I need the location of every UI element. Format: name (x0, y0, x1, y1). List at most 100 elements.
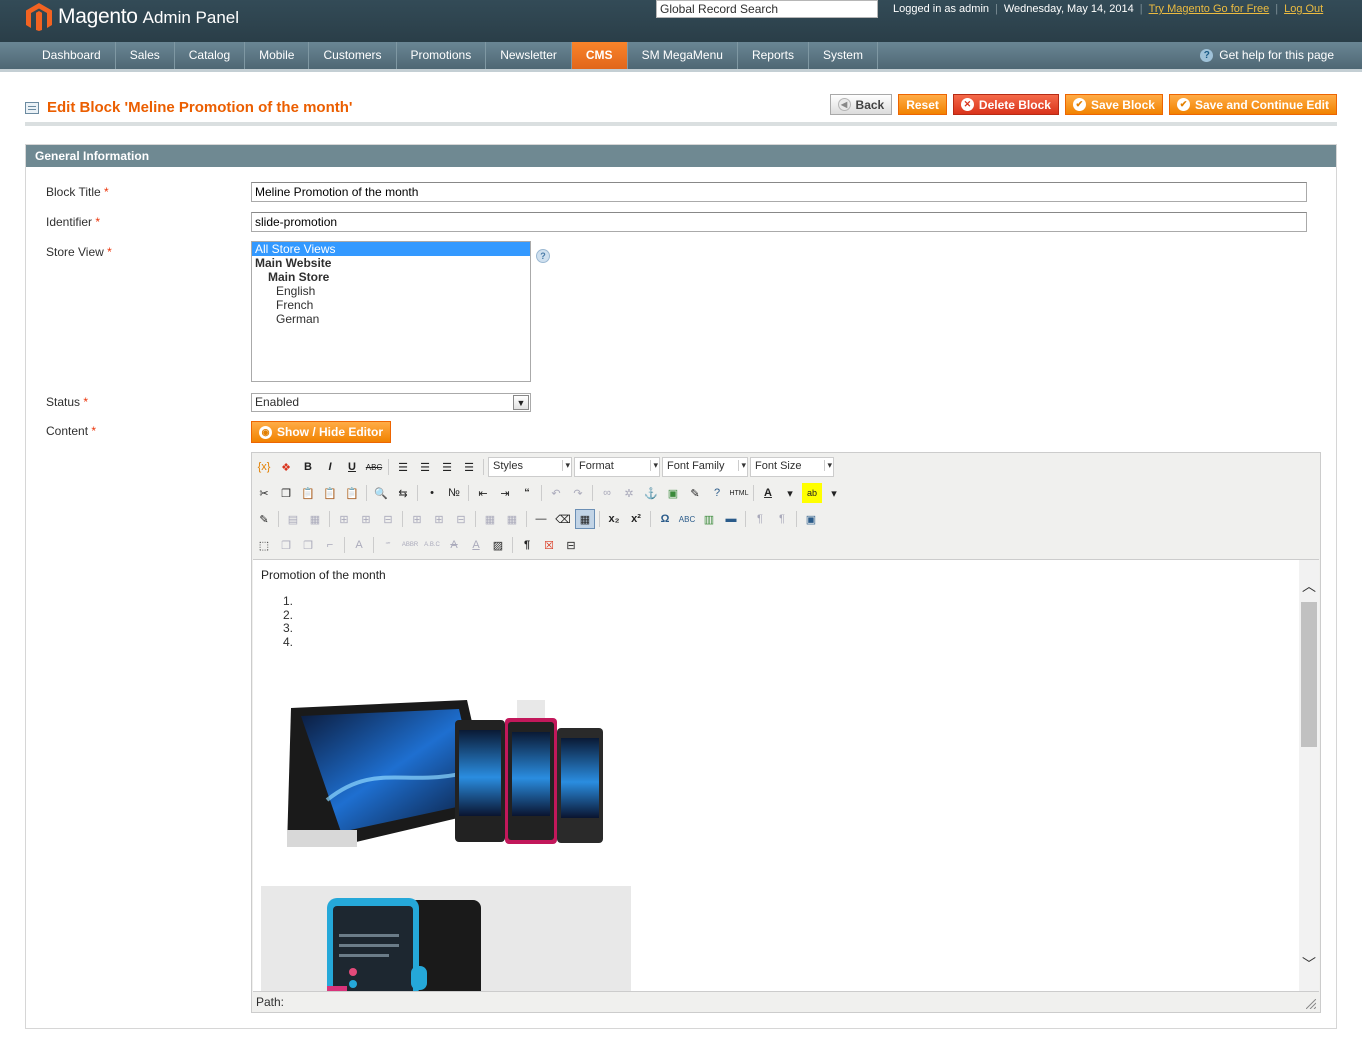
visual-chars-icon[interactable]: ¶ (517, 535, 537, 555)
redo-icon[interactable]: ↷ (568, 483, 588, 503)
copy-icon[interactable]: ❐ (276, 483, 296, 503)
font-family-dropdown[interactable]: Font Family (662, 457, 748, 477)
cite-icon[interactable]: “” (378, 535, 398, 555)
style-props-icon[interactable]: A (349, 535, 369, 555)
logout-link[interactable]: Log Out (1284, 3, 1323, 15)
store-option-all[interactable]: All Store Views (252, 242, 530, 256)
replace-icon[interactable]: ⇆ (393, 483, 413, 503)
align-right-icon[interactable]: ☰ (437, 457, 457, 477)
table-cell-props-icon[interactable]: ▦ (305, 509, 325, 529)
anchor-icon[interactable]: ⚓ (641, 483, 661, 503)
chevron-down-icon[interactable]: ▾ (780, 483, 800, 503)
store-option-french[interactable]: French (252, 298, 530, 312)
bullet-list-icon[interactable]: • (422, 483, 442, 503)
insert-row-before-icon[interactable]: ⊞ (334, 509, 354, 529)
chevron-down-icon[interactable]: ﹀ (1299, 954, 1319, 974)
nonbreaking-icon[interactable]: ▬ (721, 509, 741, 529)
insert-col-before-icon[interactable]: ⊞ (407, 509, 427, 529)
format-dropdown[interactable]: Format (574, 457, 660, 477)
reset-button[interactable]: Reset (898, 94, 947, 115)
show-hide-editor-button[interactable]: ◉ Show / Hide Editor (251, 421, 392, 443)
underline-icon[interactable]: U (342, 457, 362, 477)
text-color-icon[interactable]: A (758, 483, 778, 503)
styles-dropdown[interactable]: Styles (488, 457, 572, 477)
paste-word-icon[interactable]: 📋 (342, 483, 362, 503)
del-icon[interactable]: A (444, 535, 464, 555)
nav-item-newsletter[interactable]: Newsletter (486, 42, 572, 69)
abbr-icon[interactable]: ABBR (400, 535, 420, 555)
blockquote-icon[interactable]: “ (517, 483, 537, 503)
rtl-icon[interactable]: ¶ (772, 509, 792, 529)
help-link[interactable]: ? Get help for this page (1200, 48, 1334, 62)
spellcheck-icon[interactable]: ABC (677, 509, 697, 529)
store-option-german[interactable]: German (252, 312, 530, 326)
numbered-list-icon[interactable]: № (444, 483, 464, 503)
delete-col-icon[interactable]: ⊟ (451, 509, 471, 529)
bold-icon[interactable]: B (298, 457, 318, 477)
nav-item-promotions[interactable]: Promotions (397, 42, 487, 69)
chevron-down-icon[interactable]: ▾ (824, 483, 844, 503)
nonbreaking-chars-icon[interactable]: ☒ (539, 535, 559, 555)
indent-icon[interactable]: ⇥ (495, 483, 515, 503)
align-center-icon[interactable]: ☰ (415, 457, 435, 477)
move-forward-icon[interactable]: ❐ (276, 535, 296, 555)
nav-item-customers[interactable]: Customers (309, 42, 397, 69)
fullscreen-icon[interactable]: ▣ (801, 509, 821, 529)
media-icon[interactable]: ▥ (699, 509, 719, 529)
global-search-input[interactable] (656, 0, 878, 18)
outdent-icon[interactable]: ⇤ (473, 483, 493, 503)
product-image-tablet-phones[interactable] (287, 700, 606, 847)
insert-widget-icon[interactable]: ❖ (276, 457, 296, 477)
table-row-props-icon[interactable]: ▤ (283, 509, 303, 529)
html-source-icon[interactable]: HTML (729, 483, 749, 503)
align-justify-icon[interactable]: ☰ (459, 457, 479, 477)
italic-icon[interactable]: I (320, 457, 340, 477)
strikethrough-icon[interactable]: ABC (364, 457, 384, 477)
ltr-icon[interactable]: ¶ (750, 509, 770, 529)
split-cells-icon[interactable]: ▦ (480, 509, 500, 529)
back-button[interactable]: ◀ Back (829, 94, 893, 115)
chevron-up-icon[interactable]: ︿ (1299, 576, 1319, 596)
page-break-icon[interactable]: ⊟ (561, 535, 581, 555)
nav-item-reports[interactable]: Reports (738, 42, 809, 69)
insert-col-after-icon[interactable]: ⊞ (429, 509, 449, 529)
insert-layer-icon[interactable]: ⬚ (254, 535, 274, 555)
help-icon[interactable]: ? (707, 483, 727, 503)
store-view-multiselect[interactable]: All Store Views Main Website Main Store … (251, 241, 531, 382)
try-magento-link[interactable]: Try Magento Go for Free (1149, 3, 1270, 15)
nav-item-catalog[interactable]: Catalog (175, 42, 246, 69)
nav-item-dashboard[interactable]: Dashboard (28, 42, 116, 69)
cut-icon[interactable]: ✂ (254, 483, 274, 503)
help-tooltip-icon[interactable]: ? (536, 249, 550, 263)
absolute-icon[interactable]: ⌐ (320, 535, 340, 555)
save-continue-button[interactable]: ✔ Save and Continue Edit (1168, 94, 1337, 115)
product-image-nokia-phones[interactable] (261, 886, 631, 991)
editor-content-area[interactable]: Promotion of the month 1. 2. 3. 4. ︿ ﹀ (253, 559, 1319, 991)
subscript-icon[interactable]: x₂ (604, 509, 624, 529)
unlink-icon[interactable]: ✲ (619, 483, 639, 503)
font-size-dropdown[interactable]: Font Size (750, 457, 834, 477)
find-icon[interactable]: 🔍 (371, 483, 391, 503)
delete-block-button[interactable]: ✕ Delete Block (952, 94, 1059, 115)
resize-handle-icon[interactable] (1306, 999, 1316, 1009)
acronym-icon[interactable]: A.B.C (422, 535, 442, 555)
nav-item-sales[interactable]: Sales (116, 42, 175, 69)
store-option-english[interactable]: English (252, 284, 530, 298)
insert-variable-icon[interactable]: {x} (254, 457, 274, 477)
nav-item-mobile[interactable]: Mobile (245, 42, 310, 69)
attribs-icon[interactable]: ▨ (488, 535, 508, 555)
background-color-icon[interactable]: ab (802, 483, 822, 503)
edit-css-icon[interactable]: ✎ (254, 509, 274, 529)
save-block-button[interactable]: ✔ Save Block (1064, 94, 1163, 115)
editor-scrollbar[interactable]: ︿ ﹀ (1299, 560, 1319, 991)
block-title-input[interactable] (251, 182, 1307, 202)
insert-row-after-icon[interactable]: ⊞ (356, 509, 376, 529)
identifier-input[interactable] (251, 212, 1307, 232)
move-backward-icon[interactable]: ❐ (298, 535, 318, 555)
paste-icon[interactable]: 📋 (298, 483, 318, 503)
magento-logo[interactable]: Magento Admin Panel (26, 2, 239, 32)
ins-icon[interactable]: A (466, 535, 486, 555)
merge-cells-icon[interactable]: ▦ (502, 509, 522, 529)
image-icon[interactable]: ▣ (663, 483, 683, 503)
horizontal-rule-icon[interactable]: — (531, 509, 551, 529)
